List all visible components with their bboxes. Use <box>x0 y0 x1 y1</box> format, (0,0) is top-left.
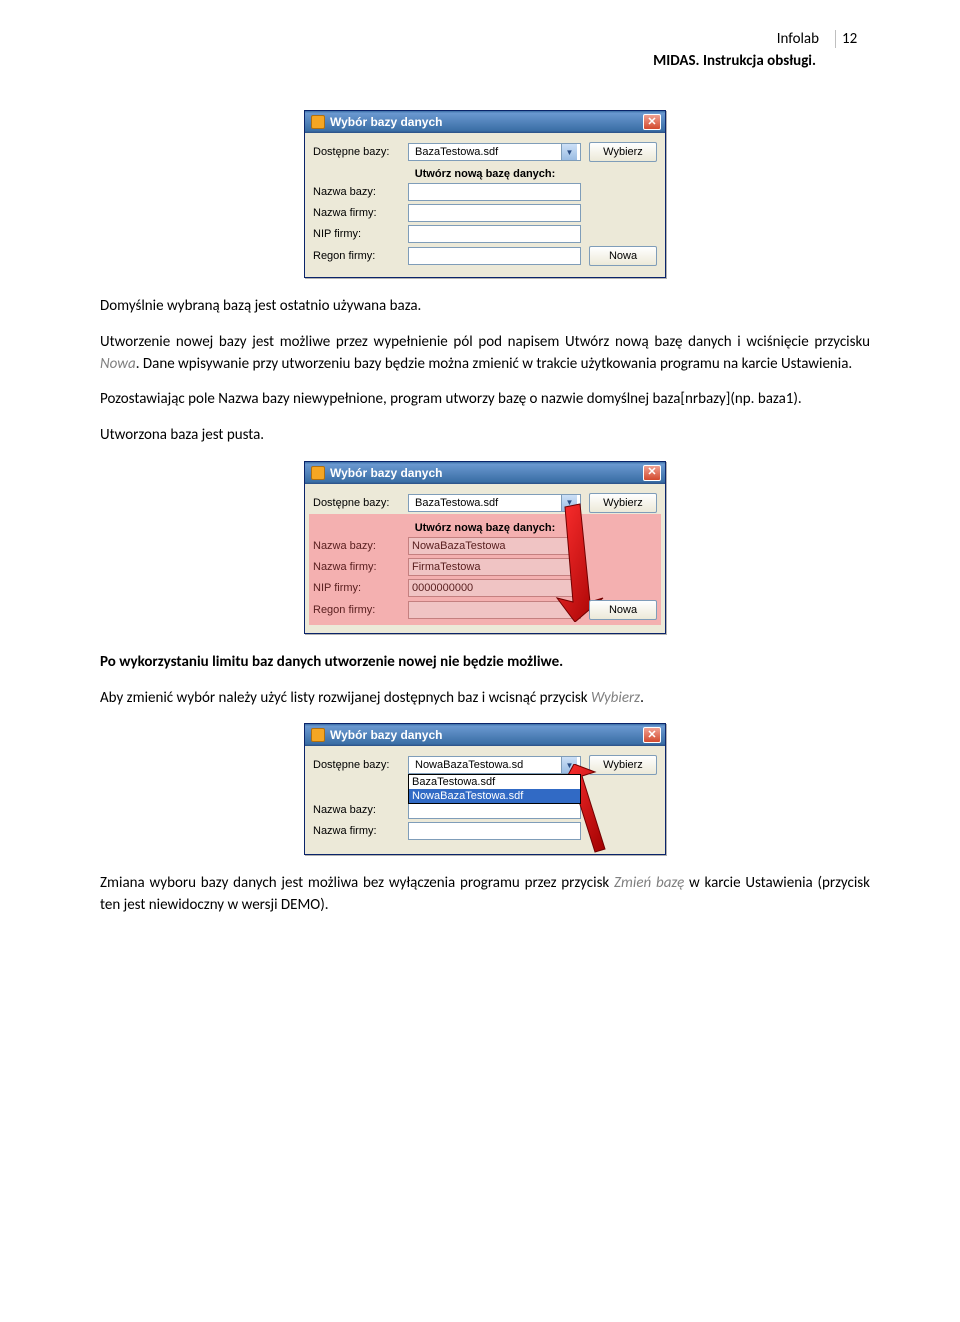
new-button[interactable]: Nowa <box>589 246 657 266</box>
chevron-down-icon[interactable]: ▼ <box>561 757 577 773</box>
company-name-input[interactable] <box>408 822 581 840</box>
paragraph-change-db: Zmiana wyboru bazy danych jest możliwa b… <box>100 873 870 917</box>
select-button[interactable]: Wybierz <box>589 755 657 775</box>
available-databases-label: Dostępne bazy: <box>313 759 408 771</box>
db-name-label: Nazwa bazy: <box>313 186 408 198</box>
paragraph-limit-warning: Po wykorzystaniu limitu baz danych utwor… <box>100 652 870 674</box>
db-name-label: Nazwa bazy: <box>313 804 408 816</box>
nip-input[interactable]: 0000000000 <box>408 579 581 597</box>
paragraph-create-db: Utworzenie nowej bazy jest możliwe przez… <box>100 332 870 376</box>
available-databases-combo[interactable]: BazaTestowa.sdf ▼ <box>408 143 581 161</box>
available-databases-label: Dostępne bazy: <box>313 146 408 158</box>
nip-label: NIP firmy: <box>313 228 408 240</box>
create-section-header: Utwórz nową bazę danych: <box>313 522 657 534</box>
available-databases-label: Dostępne bazy: <box>313 497 408 509</box>
select-button[interactable]: Wybierz <box>589 142 657 162</box>
company-name-input[interactable]: FirmaTestowa <box>408 558 581 576</box>
header-divider <box>835 30 836 48</box>
titlebar[interactable]: Wybór bazy danych ✕ <box>305 724 665 746</box>
paragraph-change-selection: Aby zmienić wybór należy użyć listy rozw… <box>100 688 870 710</box>
regon-input[interactable] <box>408 247 581 265</box>
regon-label: Regon firmy: <box>313 604 408 616</box>
dialog-title: Wybór bazy danych <box>330 466 643 480</box>
app-icon <box>311 115 325 129</box>
create-section-header: Utwórz nową bazę danych: <box>313 168 657 180</box>
regon-label: Regon firmy: <box>313 250 408 262</box>
db-name-input[interactable]: NowaBazaTestowa <box>408 537 581 555</box>
db-name-input[interactable] <box>408 183 581 201</box>
dialog-title: Wybór bazy danych <box>330 115 643 129</box>
company-name-input[interactable] <box>408 204 581 222</box>
close-icon[interactable]: ✕ <box>643 465 661 481</box>
combo-value: BazaTestowa.sdf <box>412 495 561 511</box>
close-icon[interactable]: ✕ <box>643 114 661 130</box>
page-number: 12 <box>842 30 870 48</box>
paragraph-empty-db: Utworzona baza jest pusta. <box>100 425 870 447</box>
header-company: Infolab <box>100 30 829 48</box>
dropdown-item[interactable]: BazaTestowa.sdf <box>409 775 580 789</box>
close-icon[interactable]: ✕ <box>643 727 661 743</box>
new-button[interactable]: Nowa <box>589 600 657 620</box>
combo-value: BazaTestowa.sdf <box>412 144 561 160</box>
nowa-ref: Nowa <box>100 355 136 373</box>
paragraph-default-db: Domyślnie wybraną bazą jest ostatnio uży… <box>100 296 870 318</box>
available-databases-combo[interactable]: BazaTestowa.sdf ▼ <box>408 494 581 512</box>
titlebar[interactable]: Wybór bazy danych ✕ <box>305 462 665 484</box>
zmien-baze-ref: Zmień bazę <box>614 874 684 892</box>
wybierz-ref: Wybierz <box>591 689 640 707</box>
nip-label: NIP firmy: <box>313 582 408 594</box>
nip-input[interactable] <box>408 225 581 243</box>
dropdown-item-selected[interactable]: NowaBazaTestowa.sdf <box>409 789 580 803</box>
chevron-down-icon[interactable]: ▼ <box>561 144 577 160</box>
app-icon <box>311 728 325 742</box>
dialog-title: Wybór bazy danych <box>330 728 643 742</box>
company-name-label: Nazwa firmy: <box>313 825 408 837</box>
paragraph-default-name: Pozostawiając pole Nazwa bazy niewypełni… <box>100 389 870 411</box>
combo-value: NowaBazaTestowa.sd <box>412 757 561 773</box>
chevron-down-icon[interactable]: ▼ <box>561 495 577 511</box>
db-name-label: Nazwa bazy: <box>313 540 408 552</box>
titlebar[interactable]: Wybór bazy danych ✕ <box>305 111 665 133</box>
company-name-label: Nazwa firmy: <box>313 207 408 219</box>
databases-dropdown-list[interactable]: BazaTestowa.sdf NowaBazaTestowa.sdf <box>408 774 581 804</box>
select-button[interactable]: Wybierz <box>589 493 657 513</box>
document-title: MIDAS. Instrukcja obsługi. <box>100 52 870 70</box>
dialog-select-database-2: Wybór bazy danych ✕ Dostępne bazy: BazaT… <box>304 461 666 634</box>
dialog-select-database-3: Wybór bazy danych ✕ Dostępne bazy: NowaB… <box>304 723 666 855</box>
regon-input[interactable] <box>408 601 581 619</box>
company-name-label: Nazwa firmy: <box>313 561 408 573</box>
app-icon <box>311 466 325 480</box>
dialog-select-database-1: Wybór bazy danych ✕ Dostępne bazy: BazaT… <box>304 110 666 278</box>
available-databases-combo[interactable]: NowaBazaTestowa.sd ▼ <box>408 756 581 774</box>
